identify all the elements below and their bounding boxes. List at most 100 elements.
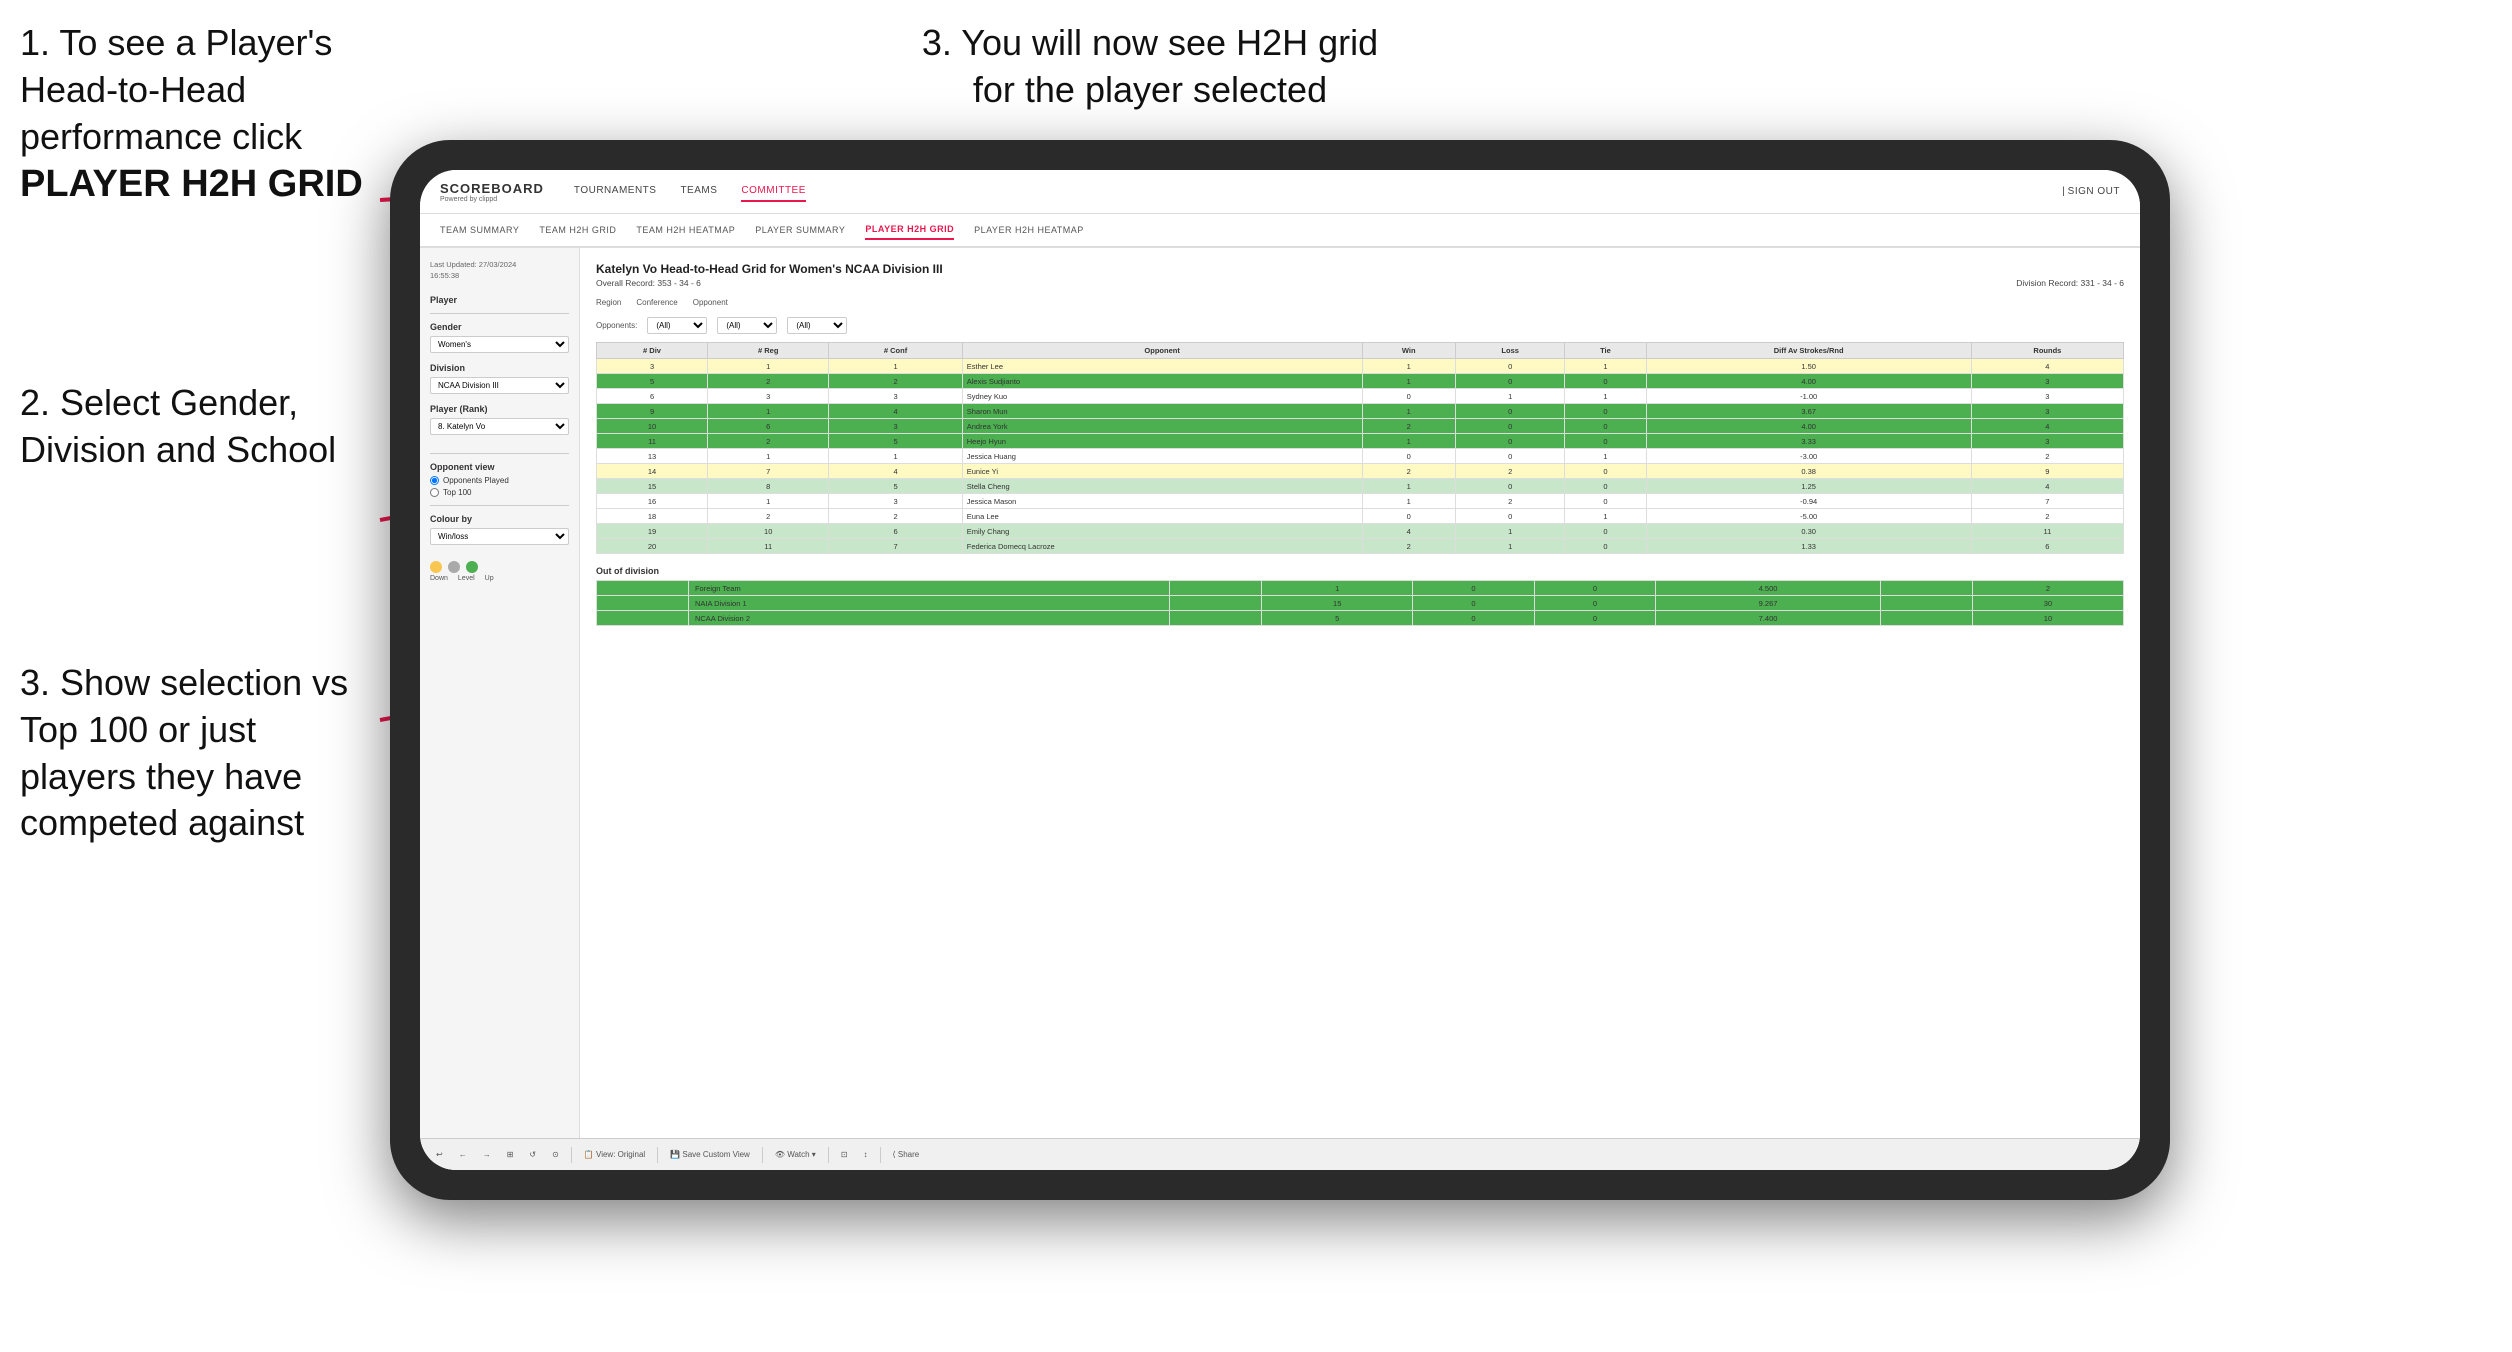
sidebar-colour-select[interactable]: Win/loss bbox=[430, 528, 569, 545]
main-content: Last Updated: 27/03/202416:55:38 Player … bbox=[420, 248, 2140, 1170]
toolbar-watch[interactable]: 👁 Watch ▾ bbox=[771, 1148, 820, 1161]
sidebar-radio-group: Opponents Played Top 100 bbox=[430, 476, 569, 497]
radio-opponents-played[interactable]: Opponents Played bbox=[430, 476, 569, 485]
colour-label-up: Up bbox=[485, 575, 494, 582]
main-table: # Div # Reg # Conf Opponent Win Loss Tie… bbox=[596, 342, 2124, 554]
sub-nav-player-h2h-heatmap[interactable]: PLAYER H2H HEATMAP bbox=[974, 221, 1084, 239]
nav-logo: SCOREBOARD Powered by clippd bbox=[440, 181, 544, 203]
nav-link-tournaments[interactable]: TOURNAMENTS bbox=[574, 181, 657, 202]
col-tie: Tie bbox=[1565, 343, 1646, 359]
toolbar-forward[interactable]: → bbox=[479, 1148, 495, 1161]
sub-nav-player-h2h-grid[interactable]: PLAYER H2H GRID bbox=[865, 220, 954, 240]
nav-bar: SCOREBOARD Powered by clippd TOURNAMENTS… bbox=[420, 170, 2140, 214]
toolbar-divider-1 bbox=[571, 1147, 572, 1163]
sub-nav-team-h2h-grid[interactable]: TEAM H2H GRID bbox=[539, 221, 616, 239]
colour-dot-up bbox=[466, 561, 478, 573]
nav-sign-out[interactable]: Sign out bbox=[2068, 182, 2120, 201]
filter-row: Region Conference Opponent bbox=[596, 298, 2124, 309]
nav-separator: | bbox=[2062, 186, 2067, 197]
sidebar-division-select[interactable]: NCAA Division III NCAA Division I NCAA D… bbox=[430, 377, 569, 394]
sub-nav-player-summary[interactable]: PLAYER SUMMARY bbox=[755, 221, 845, 239]
colour-label-row: Down Level Up bbox=[430, 575, 569, 582]
toolbar-divider-5 bbox=[880, 1147, 881, 1163]
colour-label-down: Down bbox=[430, 575, 448, 582]
sub-nav: TEAM SUMMARY TEAM H2H GRID TEAM H2H HEAT… bbox=[420, 214, 2140, 248]
table-row: 1474Eunice Yi2200.389 bbox=[597, 464, 2124, 479]
instruction-mid-left: 2. Select Gender, Division and School bbox=[20, 380, 370, 474]
nav-link-committee[interactable]: COMMITTEE bbox=[741, 181, 806, 202]
opponents-label: Opponents: bbox=[596, 321, 637, 330]
table-row: 19106Emily Chang4100.3011 bbox=[597, 524, 2124, 539]
toolbar-share[interactable]: ⟨ Share bbox=[889, 1148, 924, 1161]
out-of-division-title: Out of division bbox=[596, 566, 2124, 576]
table-row: 1063Andrea York2004.004 bbox=[597, 419, 2124, 434]
radio-top100[interactable]: Top 100 bbox=[430, 488, 569, 497]
toolbar-refresh[interactable]: ↺ bbox=[525, 1148, 540, 1161]
table-row: 1311Jessica Huang001-3.002 bbox=[597, 449, 2124, 464]
instruction-text-2: 2. Select Gender, Division and School bbox=[20, 382, 336, 470]
toolbar-divider-3 bbox=[762, 1147, 763, 1163]
instruction-bold: PLAYER H2H GRID bbox=[20, 163, 363, 205]
instruction-top-left: 1. To see a Player's Head-to-Head perfor… bbox=[20, 20, 400, 210]
conference-label: Conference bbox=[636, 298, 677, 309]
tablet-screen: SCOREBOARD Powered by clippd TOURNAMENTS… bbox=[420, 170, 2140, 1170]
toolbar-expand[interactable]: ↕ bbox=[860, 1148, 872, 1161]
col-diff: Diff Av Strokes/Rnd bbox=[1646, 343, 1971, 359]
toolbar-undo[interactable]: ↩ bbox=[432, 1148, 447, 1161]
tablet-frame: SCOREBOARD Powered by clippd TOURNAMENTS… bbox=[390, 140, 2170, 1200]
instruction-text-4: 3. Show selection vs Top 100 or just pla… bbox=[20, 662, 348, 843]
nav-link-teams[interactable]: TEAMS bbox=[680, 181, 717, 202]
sidebar-player-rank-select[interactable]: 8. Katelyn Vo bbox=[430, 418, 569, 435]
filter-region[interactable]: (All) bbox=[647, 317, 707, 334]
sidebar-timestamp: Last Updated: 27/03/202416:55:38 bbox=[430, 260, 569, 281]
overall-record: Overall Record: 353 - 34 - 6 bbox=[596, 278, 701, 288]
nav-links: TOURNAMENTS TEAMS COMMITTEE bbox=[574, 181, 2062, 202]
col-win: Win bbox=[1362, 343, 1456, 359]
sidebar-player-label: Player bbox=[430, 295, 569, 305]
bottom-toolbar: ↩ ← → ⊞ ↺ ⊙ 📋 View: Original 💾 Save Cust… bbox=[420, 1138, 2140, 1170]
col-rounds: Rounds bbox=[1971, 343, 2123, 359]
sub-nav-team-h2h-heatmap[interactable]: TEAM H2H HEATMAP bbox=[636, 221, 735, 239]
table-row: 914Sharon Mun1003.673 bbox=[597, 404, 2124, 419]
division-record: Division Record: 331 - 34 - 6 bbox=[2016, 278, 2124, 288]
col-div: # Div bbox=[597, 343, 708, 359]
table-row: 20117Federica Domecq Lacroze2101.336 bbox=[597, 539, 2124, 554]
col-opponent: Opponent bbox=[962, 343, 1362, 359]
sidebar-division-label: Division bbox=[430, 363, 569, 373]
out-table: Foreign Team1004.5002NAIA Division 11500… bbox=[596, 580, 2124, 626]
table-row: 1613Jessica Mason120-0.947 bbox=[597, 494, 2124, 509]
toolbar-grid[interactable]: ⊞ bbox=[503, 1148, 518, 1161]
sidebar-gender-label: Gender bbox=[430, 322, 569, 332]
sidebar-gender-select[interactable]: Women's Men's bbox=[430, 336, 569, 353]
col-loss: Loss bbox=[1456, 343, 1565, 359]
nav-right: | Sign out bbox=[2062, 186, 2120, 197]
sidebar: Last Updated: 27/03/202416:55:38 Player … bbox=[420, 248, 580, 1170]
out-table-row: NAIA Division 115009.26730 bbox=[597, 596, 2124, 611]
out-table-row: Foreign Team1004.5002 bbox=[597, 581, 2124, 596]
content-title: Katelyn Vo Head-to-Head Grid for Women's… bbox=[596, 262, 2124, 276]
toolbar-view-original[interactable]: 📋 View: Original bbox=[580, 1148, 649, 1161]
instruction-top-right: 3. You will now see H2H grid for the pla… bbox=[900, 20, 1400, 114]
content-subtitle: Overall Record: 353 - 34 - 6 Division Re… bbox=[596, 278, 2124, 288]
sidebar-colour-row bbox=[430, 561, 569, 573]
toolbar-back[interactable]: ← bbox=[455, 1148, 471, 1161]
filter-row-2: Opponents: (All) (All) (All) bbox=[596, 317, 2124, 334]
out-table-row: NCAA Division 25007.40010 bbox=[597, 611, 2124, 626]
sub-nav-team-summary[interactable]: TEAM SUMMARY bbox=[440, 221, 519, 239]
instruction-text-1: 1. To see a Player's Head-to-Head perfor… bbox=[20, 22, 332, 157]
toolbar-divider-2 bbox=[657, 1147, 658, 1163]
instruction-text-3: 3. You will now see H2H grid for the pla… bbox=[922, 22, 1378, 110]
toolbar-download[interactable]: ⊡ bbox=[837, 1148, 852, 1161]
table-row: 1822Euna Lee001-5.002 bbox=[597, 509, 2124, 524]
sidebar-player-rank-label: Player (Rank) bbox=[430, 404, 569, 414]
filter-conference[interactable]: (All) bbox=[717, 317, 777, 334]
table-row: 633Sydney Kuo011-1.003 bbox=[597, 389, 2124, 404]
col-reg: # Reg bbox=[708, 343, 829, 359]
toolbar-save-view[interactable]: 💾 Save Custom View bbox=[666, 1148, 754, 1161]
toolbar-clock[interactable]: ⊙ bbox=[548, 1148, 563, 1161]
filter-opponent[interactable]: (All) bbox=[787, 317, 847, 334]
nav-logo-sub: Powered by clippd bbox=[440, 196, 544, 203]
sidebar-colour-label: Colour by bbox=[430, 514, 569, 524]
table-row: 522Alexis Sudjianto1004.003 bbox=[597, 374, 2124, 389]
nav-logo-title: SCOREBOARD bbox=[440, 181, 544, 196]
